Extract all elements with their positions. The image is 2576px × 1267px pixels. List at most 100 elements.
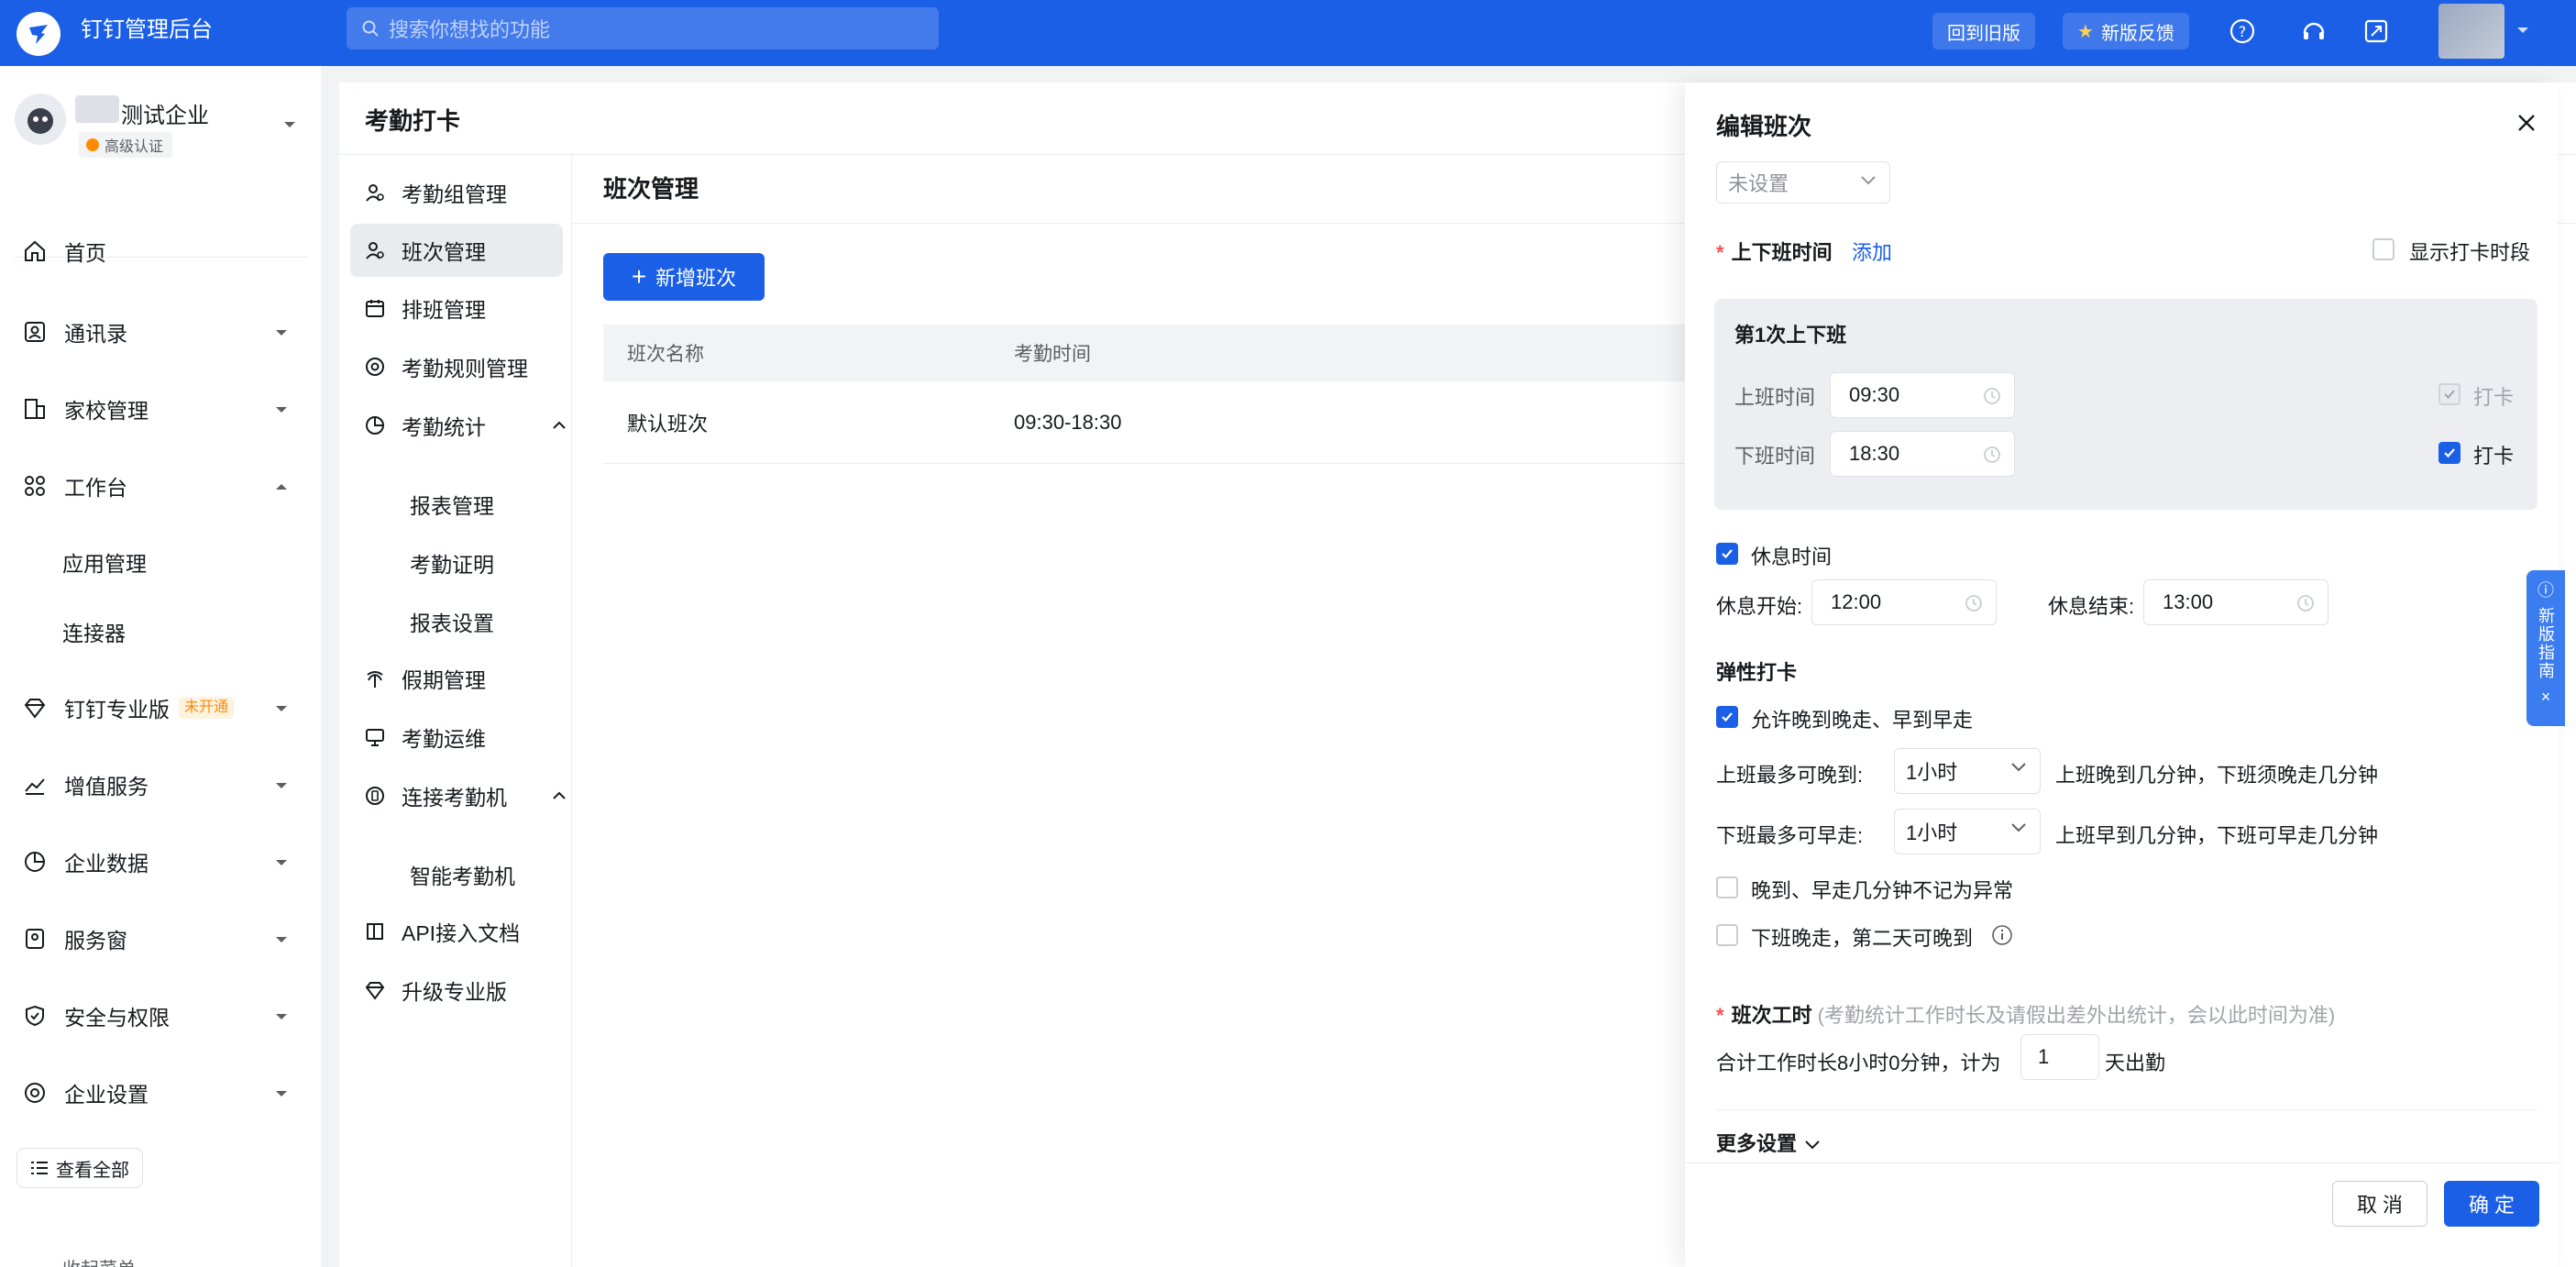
headset-icon[interactable] [2297,15,2330,48]
nav-home-school[interactable]: 家校管理 [0,381,321,436]
cancel-button[interactable]: 取 消 [2332,1181,2427,1227]
subnav-schedule-manage[interactable]: 排班管理 [350,281,563,335]
next-day-late-checkbox[interactable] [1716,924,1738,946]
late-desc: 上班晚到几分钟，下班须晚走几分钟 [2055,764,2379,787]
nav-value-added[interactable]: 增值服务 [0,757,321,812]
star-icon: ★ [2077,21,2094,42]
dingtalk-logo-icon[interactable] [17,12,61,56]
subnav-api-docs[interactable]: API接入文档 [350,905,563,958]
book-icon [363,920,387,943]
next-day-late-label: 下班晚走，第二天可晚到 [1751,927,1974,950]
no-abnormal-checkbox[interactable] [1716,876,1738,898]
subnav-sub-smart-machine[interactable]: 智能考勤机 [410,859,515,890]
nav-label: 企业数据 [64,852,149,876]
late-select[interactable]: 1小时 [1894,748,2041,794]
subnav-rules-manage[interactable]: 考勤规则管理 [350,340,563,393]
subnav-sub-report-manage[interactable]: 报表管理 [410,489,494,520]
subnav-statistics[interactable]: 考勤统计 [350,399,566,452]
check-icon [2444,390,2455,399]
off-time-input[interactable]: 18:30 [1830,431,2015,477]
fullscreen-icon[interactable] [2360,15,2393,48]
grid-icon [22,473,48,499]
more-settings-toggle[interactable]: 更多设置 [1716,1128,1821,1157]
nav-enterprise-settings[interactable]: 企业设置 [0,1065,321,1120]
edit-shift-drawer: 编辑班次 未设置 * 上下班时间 添加 显示打卡时段 第1次上下班 上班时间 09… [1685,83,2558,1267]
close-icon[interactable]: × [2541,688,2551,707]
org-badge: 高级认证 [79,132,173,158]
on-time-input[interactable]: 09:30 [1830,372,2015,418]
clock-icon [1965,595,1982,611]
nav-pro[interactable]: 钉钉专业版 未开通 [0,680,321,735]
show-period-checkbox[interactable] [2372,238,2394,260]
group-user-icon [363,181,387,204]
subnav-sub-report-settings[interactable]: 报表设置 [410,606,494,637]
gear-icon [363,355,387,379]
close-icon[interactable] [2510,106,2543,139]
subnav-group-manage[interactable]: 考勤组管理 [350,166,563,219]
rest-start-input[interactable]: 12:00 [1811,579,1997,625]
required-mark: * [1716,1004,1724,1027]
off-punch-checkbox[interactable] [2438,442,2460,464]
shift-hours-title-text: 班次工时 [1731,1004,1812,1027]
add-shift-button[interactable]: + 新增班次 [603,253,765,301]
chevron-down-icon [276,860,287,865]
subnav-label: 考勤组管理 [402,182,507,206]
gear-icon [22,1080,48,1106]
rest-end-input[interactable]: 13:00 [2143,579,2328,625]
chevron-down-icon [1861,176,1876,185]
shift-1-box: 第1次上下班 上班时间 09:30 打卡 下班时间 18:30 打卡 [1714,299,2537,510]
rest-start-value: 12:00 [1831,590,1882,613]
badge-check-icon [86,138,99,151]
rest-time-checkbox[interactable] [1716,543,1738,565]
subnav-sub-proof[interactable]: 考勤证明 [410,547,494,578]
chevron-down-icon[interactable] [282,119,297,130]
collapse-menu[interactable]: 收起菜单 [62,1254,136,1267]
view-all-button[interactable]: 查看全部 [17,1148,143,1188]
user-avatar[interactable] [2438,4,2504,59]
subnav-holiday-manage[interactable]: 假期管理 [350,652,563,705]
attendance-days-input[interactable]: 1 [2020,1034,2099,1080]
subnav-label: 考勤运维 [402,727,486,751]
feedback-button[interactable]: ★ 新版反馈 [2063,13,2189,50]
confirm-button[interactable]: 确 定 [2444,1181,2539,1227]
shield-icon [22,1003,48,1029]
nav-contacts[interactable]: 通讯录 [0,304,321,359]
show-period-label: 显示打卡时段 [2409,241,2531,264]
subnav-upgrade-pro[interactable]: 升级专业版 [350,964,563,1017]
info-icon[interactable] [1991,924,2013,951]
early-select[interactable]: 1小时 [1894,809,2041,854]
add-work-time-link[interactable]: 添加 [1852,237,1892,266]
nav-security[interactable]: 安全与权限 [0,988,321,1043]
chevron-up-icon [276,484,287,490]
sidebar: 测试企业 高级认证 首页 通讯录 家校管理 工作台 应用管理 连接器 钉钉专业版… [0,66,321,1267]
column-header: 考勤时间 [1014,344,1091,365]
pie-chart-icon [363,413,387,437]
nav-sub-connector[interactable]: 连接器 [62,616,126,647]
nav-enterprise-data[interactable]: 企业数据 [0,834,321,889]
nav-label: 通讯录 [64,322,127,346]
new-guide-tab[interactable]: ⓘ 新版指南 × [2526,570,2565,726]
help-icon[interactable]: ? [2226,15,2259,48]
nav-workbench[interactable]: 工作台 [0,458,321,513]
subnav-label: 排班管理 [402,298,486,322]
org-switcher[interactable]: 测试企业 高级认证 [15,94,308,194]
service-icon [22,926,48,952]
off-time-label: 下班时间 [1734,445,1816,468]
nav-sub-app-manage[interactable]: 应用管理 [62,546,147,578]
subnav-ops[interactable]: 考勤运维 [350,711,563,764]
chevron-down-icon[interactable] [2515,24,2530,40]
rest-end-value: 13:00 [2163,590,2214,613]
nav-home[interactable]: 首页 [0,224,321,279]
subnav-shift-manage[interactable]: 班次管理 [350,224,563,277]
contacts-icon [22,319,48,345]
flex-allow-checkbox[interactable] [1716,706,1738,728]
old-version-button[interactable]: 回到旧版 [1932,13,2035,50]
search-input[interactable]: 搜索你想找的功能 [347,7,939,50]
unset-select[interactable]: 未设置 [1716,161,1890,204]
early-select-value: 1小时 [1906,821,1958,844]
chevron-down-icon [276,407,287,413]
search-placeholder: 搜索你想找的功能 [389,18,551,41]
subnav-connect-machine[interactable]: 连接考勤机 [350,769,566,822]
chevron-up-icon [553,791,566,799]
nav-service-window[interactable]: 服务窗 [0,911,321,966]
